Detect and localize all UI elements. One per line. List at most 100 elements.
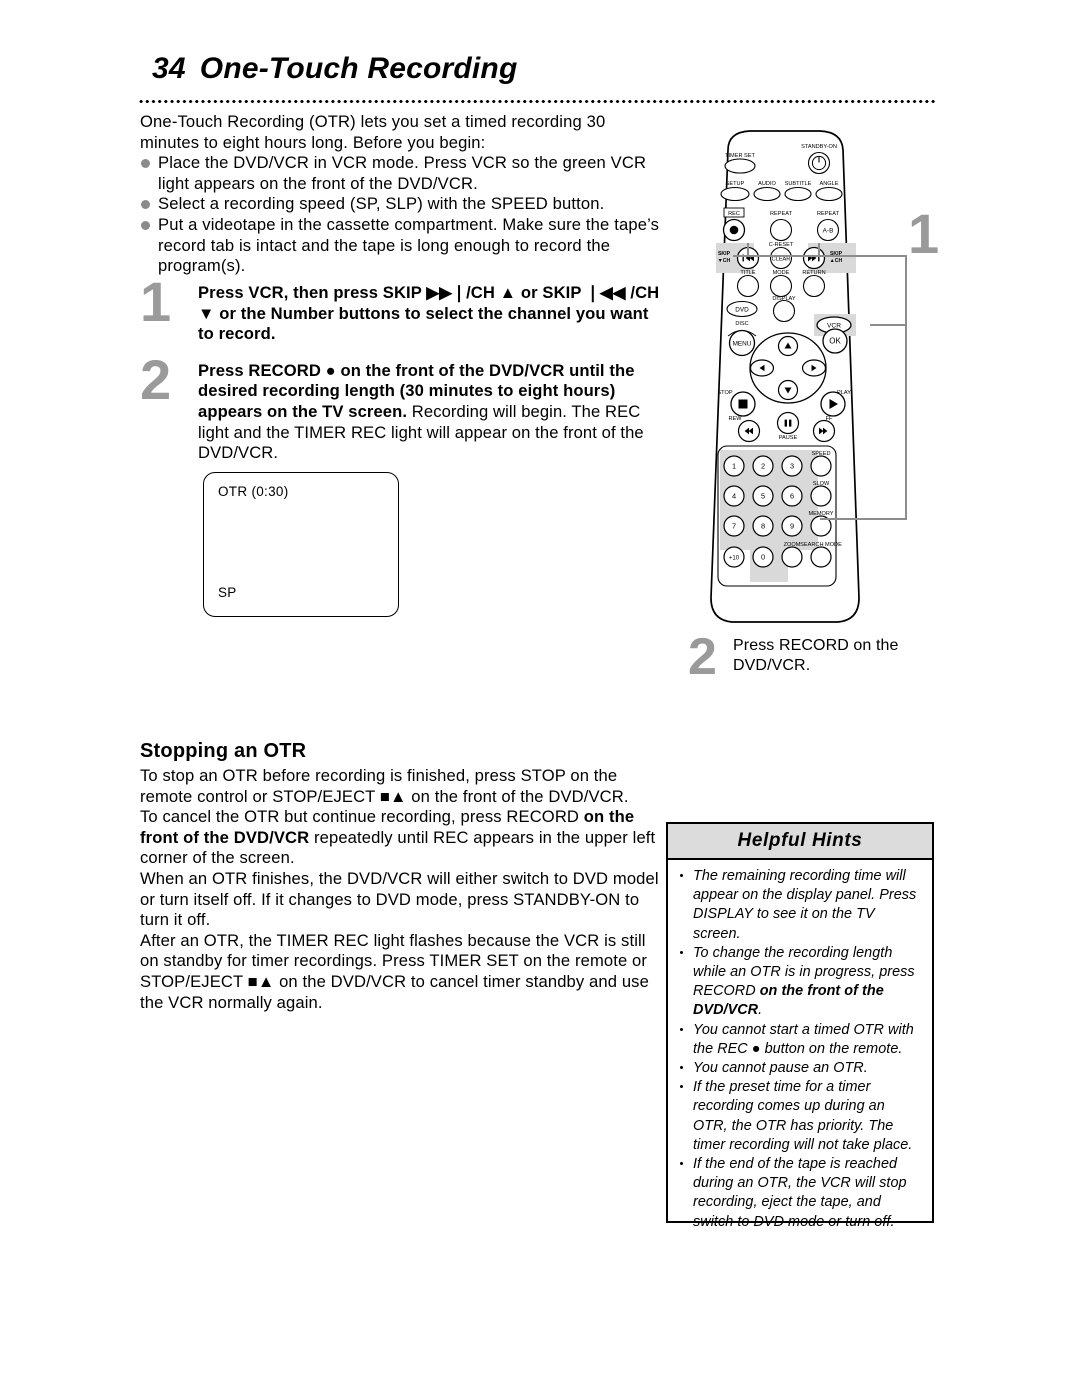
stopping-paragraph-3: When an OTR finishes, the DVD/VCR will e… <box>140 869 662 931</box>
callout-caption-2-text: Press RECORD on the DVD/VCR. <box>733 637 899 674</box>
hint-bullet-icon <box>680 950 684 954</box>
remote-label-pause: PAUSE <box>779 435 798 441</box>
hint-bullet-icon <box>680 1027 684 1031</box>
leader-line-vertical-skip-left <box>747 243 750 257</box>
stopping-paragraph-1: To stop an OTR before recording is finis… <box>140 766 662 807</box>
callout-number-2: 2 <box>688 628 717 686</box>
num-8-label: 8 <box>761 522 765 531</box>
remote-label-standby-on: STANDBY-ON <box>801 144 837 150</box>
num-2-label: 2 <box>761 462 765 471</box>
step-2-text: Press RECORD ● on the front of the DVD/V… <box>198 361 660 464</box>
hint-bullet-icon <box>680 874 684 878</box>
hint-text: The remaining recording time will appear… <box>693 868 917 942</box>
stopping-p3-pre: When an OTR finishes, the DVD/VCR will e… <box>140 868 659 930</box>
tv-screen-illustration: OTR (0:30) SP <box>203 472 399 617</box>
remote-label-ok: OK <box>829 337 841 346</box>
hint-text: If the end of the tape is reached during… <box>693 1156 907 1230</box>
helpful-hints-list: The remaining recording time will appear… <box>668 860 932 1238</box>
num-6-label: 6 <box>790 492 794 501</box>
helpful-hints-title: Helpful Hints <box>668 824 932 860</box>
remote-label-timer-set: TIMER SET <box>725 153 755 159</box>
remote-label-audio: AUDIO <box>758 181 776 187</box>
osd-speed-label: SP <box>218 585 237 600</box>
remote-label-repeat-ab: REPEAT <box>817 211 840 217</box>
intro-paragraph: One-Touch Recording (OTR) lets you set a… <box>140 112 606 152</box>
stopping-paragraph-4: After an OTR, the TIMER REC light flashe… <box>140 931 662 1013</box>
intro-block: One-Touch Recording (OTR) lets you set a… <box>140 112 660 277</box>
hint-bullet-icon <box>680 1085 684 1089</box>
page-title-text: One-Touch Recording <box>199 52 518 85</box>
remote-label-repeat: REPEAT <box>770 211 793 217</box>
remote-label-stop: STOP <box>717 390 732 396</box>
remote-label-skip-down: SKIP <box>718 251 731 257</box>
remote-label-angle: ANGLE <box>820 181 839 187</box>
stopping-paragraph-2: To cancel the OTR but continue recording… <box>140 807 662 869</box>
step-1-text: Press VCR, then press SKIP ▶▶❘/CH ▲ or S… <box>198 283 660 345</box>
hint-item: If the end of the tape is reached during… <box>676 1155 923 1232</box>
num-9-label: 9 <box>790 522 794 531</box>
hint-text: You cannot start a timed OTR with the RE… <box>693 1021 914 1057</box>
leader-line-vertical-skip <box>818 243 821 257</box>
remote-label-rec: REC <box>728 211 740 217</box>
remote-control-illustration: TIMER SET STANDBY-ON SETUP AUDIO SUBTITL… <box>688 128 903 626</box>
step-1-number: 1 <box>140 270 172 333</box>
intro-bullet-1-text: Place the DVD/VCR in VCR mode. Press VCR… <box>158 153 647 193</box>
num-1-label: 1 <box>732 462 736 471</box>
hint-item: You cannot pause an OTR. <box>676 1059 923 1078</box>
num-7-label: 7 <box>732 522 736 531</box>
steps-list: 1 Press VCR, then press SKIP ▶▶❘/CH ▲ or… <box>140 274 660 480</box>
hint-bullet-icon <box>680 1162 684 1166</box>
intro-bullet-2-text: Select a recording speed (SP, SLP) with … <box>158 194 605 214</box>
bullet-dot-icon <box>141 200 150 210</box>
hint-text: You cannot pause an OTR. <box>693 1060 868 1077</box>
page-title: 34 One-Touch Recording <box>152 52 517 86</box>
remote-label-disc: DISC <box>735 321 748 327</box>
remote-label-ch-up: ▲CH <box>830 258 843 264</box>
remote-label-rew: REW <box>728 416 742 422</box>
dotted-divider <box>138 99 935 104</box>
helpful-hints-box: Helpful Hints The remaining recording ti… <box>666 822 934 1230</box>
bullet-dot-icon <box>141 159 150 169</box>
hint-text-post: . <box>758 1002 763 1019</box>
remote-label-ab: A-B <box>823 227 834 234</box>
stopping-p1-pre: To stop an OTR before recording is finis… <box>140 766 629 806</box>
stopping-p2-pre: To cancel the OTR but continue recording… <box>140 807 584 827</box>
step-2-number: 2 <box>140 347 172 411</box>
intro-bullet-1: Place the DVD/VCR in VCR mode. Press VCR… <box>140 153 660 194</box>
hint-bullet-icon <box>680 1066 684 1070</box>
bullet-dot-icon <box>141 220 150 230</box>
leader-line-horizontal-keypad <box>820 518 907 521</box>
hint-item: You cannot start a timed OTR with the RE… <box>676 1021 923 1059</box>
step-2: 2 Press RECORD ● on the front of the DVD… <box>140 351 660 464</box>
stop-square-icon <box>738 399 748 409</box>
leader-line-horizontal-vcr <box>870 324 907 327</box>
step-1-bold: Press VCR, then press SKIP ▶▶❘/CH ▲ or S… <box>198 283 660 344</box>
hint-item: The remaining recording time will appear… <box>676 867 923 944</box>
intro-bullet-3-text: Put a videotape in the cassette compartm… <box>158 214 660 276</box>
stopping-otr-section: Stopping an OTR To stop an OTR before re… <box>140 740 662 1013</box>
document-page: 34 One-Touch Recording One-Touch Recordin… <box>0 0 1080 1397</box>
remote-label-setup: SETUP <box>726 181 745 187</box>
intro-bullet-2: Select a recording speed (SP, SLP) with … <box>140 194 660 215</box>
hint-text: If the preset time for a timer recording… <box>693 1079 913 1153</box>
remote-label-subtitle: SUBTITLE <box>785 181 812 187</box>
hint-item: If the preset time for a timer recording… <box>676 1078 923 1155</box>
leader-line-bracket-vertical <box>905 255 908 520</box>
num-4-label: 4 <box>732 492 736 501</box>
remote-label-ch-down: ▼CH <box>718 258 731 264</box>
intro-bullet-3: Put a videotape in the cassette compartm… <box>140 215 660 277</box>
hint-item: To change the recording length while an … <box>676 944 923 1021</box>
remote-label-menu: MENU <box>733 340 752 347</box>
num-plus10-label: +10 <box>729 555 740 561</box>
record-dot-icon <box>729 225 739 235</box>
osd-otr-label: OTR (0:30) <box>218 484 289 499</box>
num-3-label: 3 <box>790 462 794 471</box>
stopping-p4-pre: After an OTR, the TIMER REC light flashe… <box>140 930 649 1012</box>
num-0-label: 0 <box>761 553 765 562</box>
num-5-label: 5 <box>761 492 765 501</box>
page-number: 34 <box>152 52 186 85</box>
step-1: 1 Press VCR, then press SKIP ▶▶❘/CH ▲ or… <box>140 274 660 345</box>
stopping-otr-heading: Stopping an OTR <box>140 740 307 762</box>
remote-label-dvd: DVD <box>735 306 749 313</box>
callout-number-1: 1 <box>908 202 940 265</box>
